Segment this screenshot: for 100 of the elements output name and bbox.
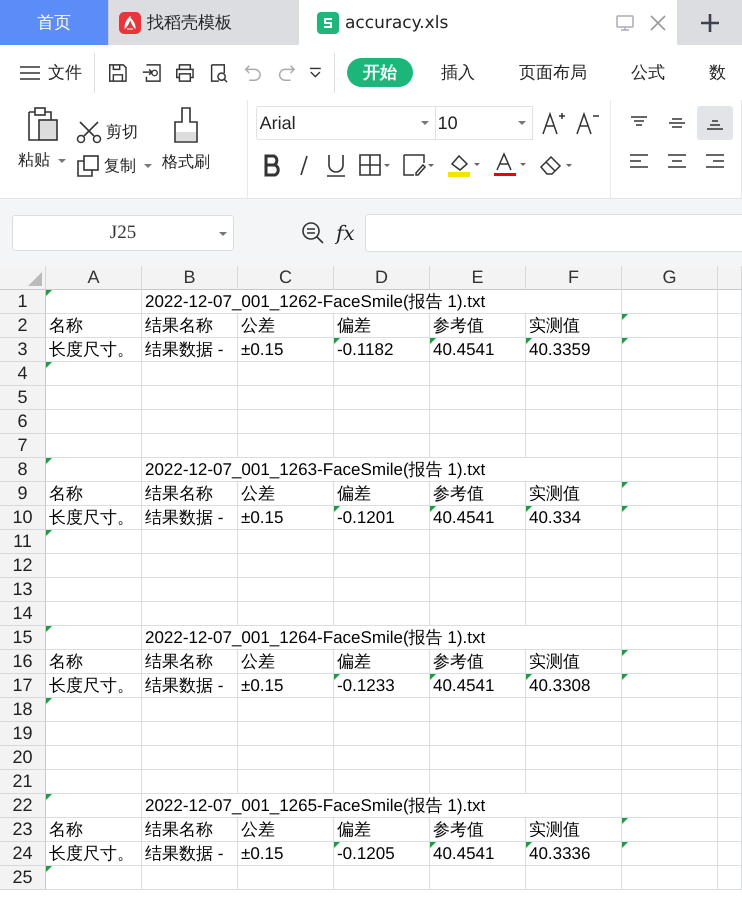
table-cell[interactable]: 偏差 — [334, 818, 430, 842]
table-cell[interactable] — [142, 746, 238, 770]
table-cell[interactable] — [238, 722, 334, 746]
table-cell[interactable]: 名称 — [46, 650, 142, 674]
table-cell[interactable]: 结果名称 — [142, 650, 238, 674]
table-cell[interactable] — [142, 770, 238, 794]
table-cell[interactable]: ±0.15 — [238, 842, 334, 866]
table-cell[interactable] — [46, 794, 142, 818]
row-header[interactable]: 9 — [0, 482, 46, 506]
row-header[interactable]: 4 — [0, 362, 46, 386]
table-cell[interactable] — [718, 602, 742, 626]
table-cell[interactable] — [718, 530, 742, 554]
table-cell[interactable] — [334, 746, 430, 770]
table-cell[interactable] — [334, 362, 430, 386]
table-cell[interactable]: 长度尺寸。 — [46, 338, 142, 362]
table-cell[interactable]: 40.4541 — [430, 338, 526, 362]
table-cell[interactable] — [526, 602, 622, 626]
table-cell[interactable] — [238, 578, 334, 602]
table-cell[interactable] — [142, 578, 238, 602]
table-cell[interactable] — [46, 458, 142, 482]
function-button[interactable]: fx — [336, 220, 355, 244]
table-cell[interactable] — [142, 698, 238, 722]
column-header[interactable]: G — [622, 266, 718, 290]
table-cell[interactable] — [526, 578, 622, 602]
table-cell[interactable]: 实测值 — [526, 818, 622, 842]
table-cell[interactable] — [334, 434, 430, 458]
table-cell[interactable] — [526, 410, 622, 434]
row-header[interactable]: 21 — [0, 770, 46, 794]
table-cell[interactable] — [142, 410, 238, 434]
table-cell[interactable]: 偏差 — [334, 650, 430, 674]
row-header[interactable]: 19 — [0, 722, 46, 746]
row-header[interactable]: 6 — [0, 410, 46, 434]
font-size-field[interactable]: 10 — [434, 106, 533, 140]
table-cell[interactable]: 2022-12-07_001_1264-FaceSmile(报告 1).txt — [142, 626, 622, 650]
row-header[interactable]: 20 — [0, 746, 46, 770]
table-cell[interactable]: 结果名称 — [142, 818, 238, 842]
fill-color-icon[interactable] — [446, 152, 482, 178]
table-cell[interactable]: -0.1233 — [334, 674, 430, 698]
table-cell[interactable] — [142, 530, 238, 554]
table-cell[interactable] — [622, 698, 718, 722]
table-cell[interactable] — [238, 698, 334, 722]
row-header[interactable]: 13 — [0, 578, 46, 602]
table-cell[interactable] — [718, 626, 742, 650]
table-cell[interactable] — [526, 770, 622, 794]
table-cell[interactable]: 长度尺寸。 — [46, 506, 142, 530]
table-cell[interactable] — [718, 362, 742, 386]
table-cell[interactable] — [238, 602, 334, 626]
table-cell[interactable]: ±0.15 — [238, 338, 334, 362]
table-cell[interactable] — [718, 770, 742, 794]
table-cell[interactable]: 参考值 — [430, 482, 526, 506]
table-cell[interactable]: ±0.15 — [238, 506, 334, 530]
table-cell[interactable] — [238, 362, 334, 386]
table-cell[interactable] — [334, 722, 430, 746]
column-header[interactable] — [718, 266, 742, 290]
column-header[interactable]: C — [238, 266, 334, 290]
table-cell[interactable]: 结果数据 - — [142, 842, 238, 866]
table-cell[interactable] — [526, 746, 622, 770]
table-cell[interactable] — [526, 434, 622, 458]
table-cell[interactable] — [718, 290, 742, 314]
table-cell[interactable]: 结果数据 - — [142, 506, 238, 530]
table-cell[interactable] — [46, 602, 142, 626]
table-cell[interactable] — [238, 530, 334, 554]
table-cell[interactable]: -0.1201 — [334, 506, 430, 530]
table-cell[interactable] — [622, 554, 718, 578]
bottom-align-button[interactable] — [697, 106, 733, 140]
table-cell[interactable]: 偏差 — [334, 482, 430, 506]
table-cell[interactable] — [526, 722, 622, 746]
table-cell[interactable] — [718, 674, 742, 698]
table-cell[interactable]: 长度尺寸。 — [46, 674, 142, 698]
table-cell[interactable] — [334, 386, 430, 410]
copy-button[interactable]: 复制 — [76, 154, 152, 178]
file-menu-button[interactable]: 文件 — [20, 61, 82, 84]
font-color-icon[interactable] — [492, 152, 528, 178]
table-cell[interactable]: 实测值 — [526, 482, 622, 506]
row-header[interactable]: 11 — [0, 530, 46, 554]
table-cell[interactable] — [46, 362, 142, 386]
table-cell[interactable] — [430, 722, 526, 746]
table-cell[interactable] — [622, 314, 718, 338]
table-cell[interactable] — [622, 506, 718, 530]
table-cell[interactable] — [622, 626, 718, 650]
table-cell[interactable] — [142, 554, 238, 578]
table-cell[interactable]: 40.3336 — [526, 842, 622, 866]
table-cell[interactable] — [142, 602, 238, 626]
table-cell[interactable]: 实测值 — [526, 314, 622, 338]
table-cell[interactable] — [430, 554, 526, 578]
table-cell[interactable] — [142, 866, 238, 890]
table-cell[interactable] — [718, 458, 742, 482]
table-cell[interactable] — [718, 482, 742, 506]
table-cell[interactable] — [526, 530, 622, 554]
table-cell[interactable] — [430, 530, 526, 554]
table-cell[interactable] — [430, 602, 526, 626]
table-cell[interactable] — [334, 554, 430, 578]
table-cell[interactable] — [718, 410, 742, 434]
table-cell[interactable] — [622, 458, 718, 482]
table-cell[interactable] — [718, 338, 742, 362]
table-cell[interactable] — [526, 698, 622, 722]
ribbon-tab[interactable]: 公式 — [615, 58, 681, 87]
table-cell[interactable] — [334, 530, 430, 554]
row-header[interactable]: 14 — [0, 602, 46, 626]
increase-font-icon[interactable] — [540, 110, 567, 136]
